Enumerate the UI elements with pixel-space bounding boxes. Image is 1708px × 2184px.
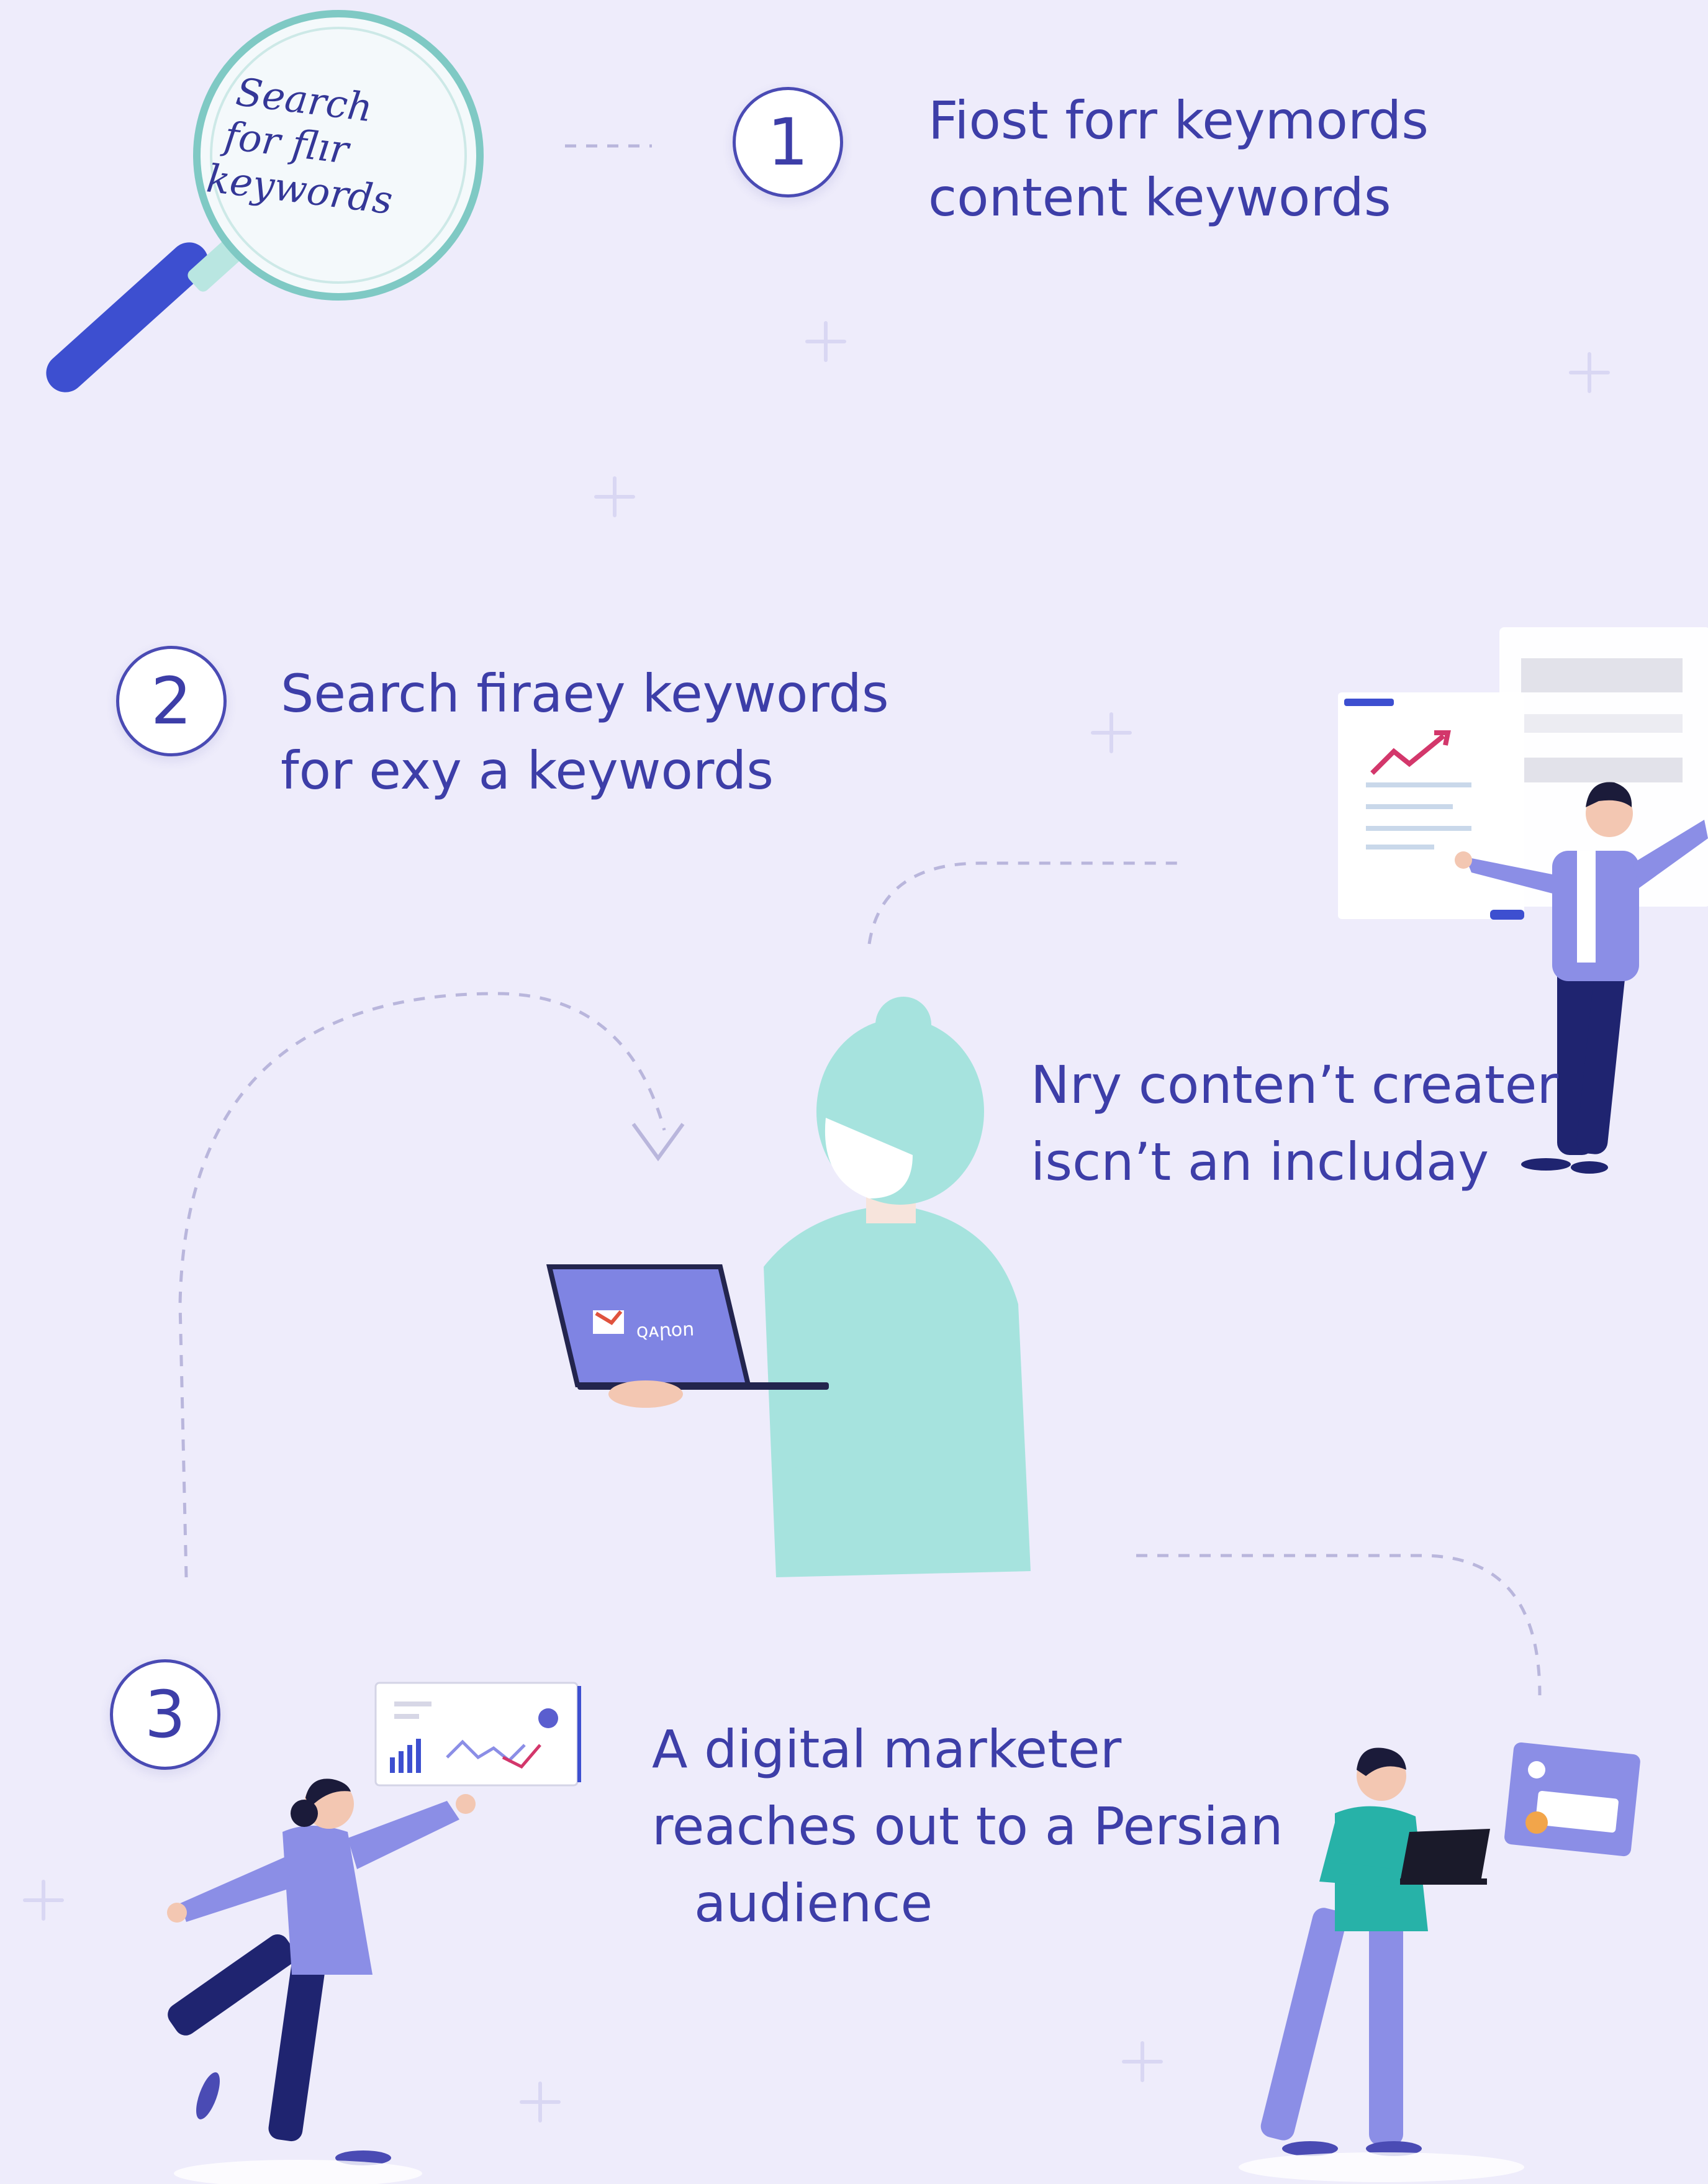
step-1-line-1: Fiost forr keymords [928,90,1429,151]
step-3-number: 3 [144,1677,186,1752]
step-2-text: Search firaey keywords for exy a keyword… [281,655,889,809]
step-2-line-1: Search firaey keywords [281,663,889,724]
step-2-badge: 2 [116,646,227,756]
creator-caption-line-2: iscn’t an includay [1031,1131,1489,1192]
creator-caption: Nry conten’t creater iscn’t an includay [1031,1046,1558,1200]
step-3-line-1: A digital marketer [652,1719,1122,1780]
magnifier-caption: Search for flır keywords [204,69,406,223]
step-1-number: 1 [767,104,809,180]
step-3-text: A digital marketer reaches out to a Pers… [652,1711,1283,1942]
step-1-line-2: content keywords [928,167,1391,228]
step-1-badge: 1 [733,87,843,197]
audience-illustration [1239,1742,1640,2182]
infographic-canvas: Search for flır keywords 1 Fiost forr ke… [0,0,1708,2184]
step-2-line-2: for exy a keywords [281,740,774,801]
laptop-screen-label: ꞯᴀꞃᴏn [636,1318,695,1343]
step-2-number: 2 [150,663,192,739]
marketer-illustration [167,1682,581,2184]
step-1-text: Fiost forr keymords content keywords [928,82,1429,236]
step-3-line-3: audience [694,1873,933,1934]
creator-caption-line-1: Nry conten’t creater [1031,1054,1558,1115]
creator-illustration [546,997,1031,1577]
step-3-line-2: reaches out to a Persian [652,1796,1283,1857]
step-3-badge: 3 [110,1659,220,1770]
connector-arrowhead [631,1123,685,1162]
